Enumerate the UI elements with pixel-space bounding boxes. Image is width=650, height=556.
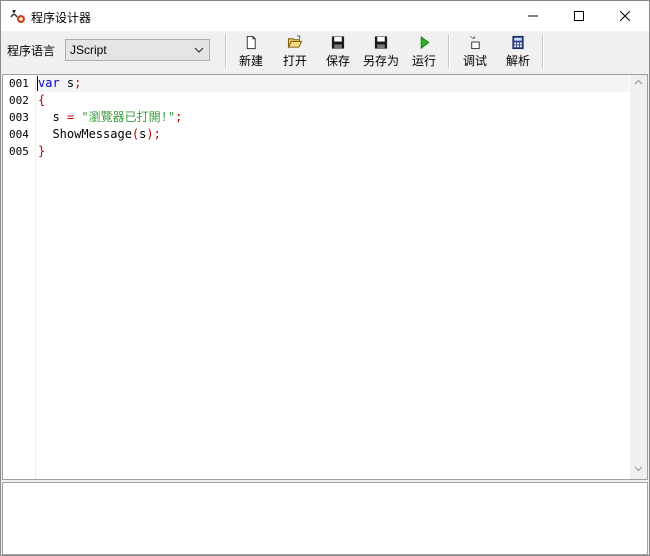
save-as-icon xyxy=(374,36,388,49)
toolbar-separator xyxy=(448,34,450,68)
debug-button-label: 调试 xyxy=(462,54,487,68)
identifier-token: ShowMessage xyxy=(38,127,132,141)
minimize-button[interactable] xyxy=(510,1,556,31)
save-as-button[interactable]: 另存为 xyxy=(362,33,400,69)
new-button[interactable]: 新建 xyxy=(237,33,265,69)
line-number: 002 xyxy=(9,94,29,107)
save-button[interactable]: 保存 xyxy=(324,33,352,69)
open-button[interactable]: 打开 xyxy=(281,33,309,69)
identifier-token: s xyxy=(38,110,67,124)
minimize-icon xyxy=(528,15,538,17)
window-title: 程序设计器 xyxy=(31,11,92,25)
save-button-label: 保存 xyxy=(325,54,350,68)
gear-script-icon xyxy=(9,8,27,24)
maximize-button[interactable] xyxy=(556,1,602,31)
debug-icon xyxy=(469,35,480,50)
close-icon xyxy=(620,11,630,21)
line-number: 004 xyxy=(9,128,29,141)
punctuation-token: { xyxy=(38,93,46,107)
debug-button[interactable]: 调试 xyxy=(461,33,489,69)
language-label: 程序语言 xyxy=(7,44,56,58)
punctuation-token: } xyxy=(38,144,46,158)
keyword-token: var xyxy=(38,76,60,90)
parse-button-label: 解析 xyxy=(505,54,530,68)
new-file-icon xyxy=(246,35,256,50)
punctuation-token: ; xyxy=(74,76,82,90)
text-caret xyxy=(37,76,38,91)
code-line[interactable]: ShowMessage(s); xyxy=(38,126,161,143)
program-designer-window: 程序设计器 程序语言 JScript 新建 打开 保存 另存为 运行 调试 解析… xyxy=(0,0,650,556)
maximize-icon xyxy=(574,11,584,21)
toolbar-separator xyxy=(225,34,227,68)
title-bar[interactable]: 程序设计器 xyxy=(1,1,649,31)
run-button[interactable]: 运行 xyxy=(410,33,438,69)
parse-button[interactable]: 解析 xyxy=(504,33,532,69)
current-line-highlight xyxy=(36,75,629,92)
language-select-value: JScript xyxy=(70,43,107,57)
toolbar-separator xyxy=(542,34,544,68)
identifier-token: s xyxy=(59,76,75,90)
run-icon xyxy=(420,35,430,50)
code-line[interactable]: s = "瀏覽器已打開!"; xyxy=(38,109,182,126)
string-token: "瀏覽器已打開!" xyxy=(81,110,176,124)
chevron-down-icon xyxy=(194,47,204,53)
close-button[interactable] xyxy=(602,1,648,31)
line-number: 005 xyxy=(9,145,29,158)
toolbar: 程序语言 JScript 新建 打开 保存 另存为 运行 调试 解析 xyxy=(1,31,649,73)
save-icon xyxy=(331,36,345,49)
open-button-label: 打开 xyxy=(282,54,307,68)
vertical-scrollbar[interactable] xyxy=(630,75,647,479)
save-as-button-label: 另存为 xyxy=(362,54,399,68)
code-editor[interactable]: 001 002 003 004 005 var s; { s = "瀏覽器已打開… xyxy=(2,74,648,480)
line-number: 001 xyxy=(9,77,29,90)
scroll-down-icon[interactable] xyxy=(634,466,643,472)
code-line[interactable]: } xyxy=(38,143,45,160)
language-select[interactable]: JScript xyxy=(65,39,210,61)
open-folder-icon xyxy=(287,35,303,48)
code-line[interactable]: var s; xyxy=(38,75,81,92)
punctuation-token: ; xyxy=(175,110,183,124)
calculator-icon xyxy=(512,35,524,50)
code-line[interactable]: { xyxy=(38,92,45,109)
scroll-up-icon[interactable] xyxy=(634,79,643,85)
line-number: 003 xyxy=(9,111,29,124)
punctuation-token: ); xyxy=(146,127,161,141)
output-panel[interactable] xyxy=(2,482,648,555)
new-button-label: 新建 xyxy=(238,54,263,68)
run-button-label: 运行 xyxy=(411,54,436,68)
line-number-gutter: 001 002 003 004 005 xyxy=(3,75,36,479)
